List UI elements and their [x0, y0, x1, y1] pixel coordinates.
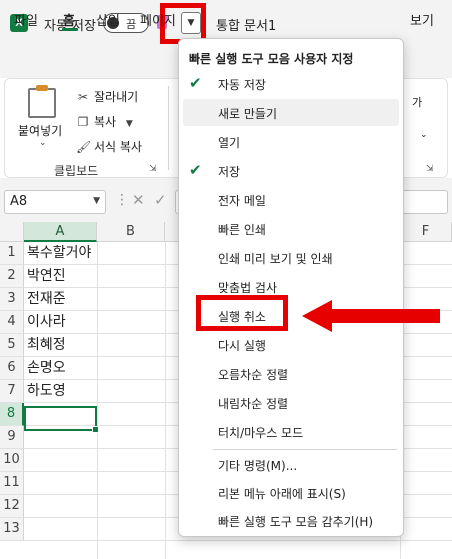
cell-a6[interactable]: 손명오	[25, 357, 96, 380]
column-header-b[interactable]: B	[97, 222, 165, 242]
menu-item-sort-descending[interactable]: 내림차순 정렬	[183, 389, 399, 416]
gridline	[97, 242, 98, 559]
menu-item-label: 내림차순 정렬	[218, 397, 289, 411]
tab-insert[interactable]: 삽입	[96, 10, 120, 29]
menu-item-touch-mouse-mode[interactable]: 터치/마우스 모드	[183, 418, 399, 445]
row-header[interactable]: 10	[0, 449, 24, 472]
menu-item-open[interactable]: 열기	[183, 128, 399, 155]
row-header[interactable]: 13	[0, 518, 24, 541]
menu-item-label: 새로 만들기	[218, 107, 278, 121]
menu-item-label: 열기	[218, 136, 241, 150]
menu-item-label: 리본 메뉴 아래에 표시(S)	[218, 487, 346, 501]
cell-a1[interactable]: 복수할거야	[25, 242, 96, 265]
copy-label: 복사	[94, 115, 117, 129]
tab-page-layout[interactable]: 페이지	[140, 10, 176, 29]
gridline	[24, 540, 452, 541]
checkmark-icon: ✔	[189, 74, 202, 92]
active-cell-a8[interactable]	[24, 406, 99, 433]
menu-item-label: 전자 메일	[218, 194, 266, 208]
chevron-down-icon[interactable]: ⌄	[39, 138, 47, 148]
menu-separator	[213, 449, 397, 450]
row-header[interactable]: 6	[0, 357, 24, 380]
checkmark-icon: ✔	[189, 161, 202, 179]
more-icon: ⋮	[115, 192, 129, 208]
gridline	[165, 242, 166, 559]
menu-item-autosave[interactable]: ✔ 자동 저장	[183, 70, 399, 97]
row-header[interactable]: 7	[0, 380, 24, 403]
copy-icon: ❐	[77, 115, 89, 129]
menu-item-label: 자동 저장	[218, 78, 266, 92]
tab-view[interactable]: 보기	[410, 10, 434, 29]
annotation-box-undo	[196, 295, 288, 331]
row-header[interactable]: 5	[0, 334, 24, 357]
brush-icon: 🖌	[76, 140, 92, 154]
menu-item-label: 빠른 실행 도구 모음 감추기(H)	[218, 515, 374, 529]
autosave-toggle-state: 끔	[126, 18, 137, 31]
ribbon-separator	[168, 86, 169, 170]
dialog-launcher-icon[interactable]: ⇲	[426, 164, 434, 174]
chevron-down-icon[interactable]: ⌄	[420, 130, 428, 140]
tab-home[interactable]: 홈	[63, 10, 75, 29]
paste-button-label[interactable]: 붙여넣기	[18, 122, 62, 139]
menu-title: 빠른 실행 도구 모음 사용자 지정	[189, 52, 354, 66]
column-header-a[interactable]: A	[24, 222, 97, 242]
cell-a7[interactable]: 하도영	[25, 380, 96, 403]
row-header[interactable]: 1	[0, 242, 24, 265]
cell-a4[interactable]: 이사라	[25, 311, 96, 334]
customize-quick-access-menu: 빠른 실행 도구 모음 사용자 지정 ✔ 자동 저장 새로 만들기 열기 ✔ 저…	[178, 38, 404, 537]
cell-a3[interactable]: 전재준	[25, 288, 96, 311]
row-header-selected[interactable]: 8	[0, 403, 24, 426]
active-tab-indicator	[62, 28, 78, 31]
enter-check-icon[interactable]: ✓	[154, 191, 167, 209]
row-header[interactable]: 12	[0, 495, 24, 518]
font-size-icon[interactable]: 가	[412, 94, 422, 110]
scissors-icon: ✂	[77, 90, 89, 104]
group-label-clipboard: 클립보드	[54, 164, 99, 178]
cut-label: 잘라내기	[94, 90, 139, 104]
menu-item-label: 터치/마우스 모드	[218, 426, 304, 440]
format-painter-button[interactable]: 🖌 서식 복사	[76, 138, 142, 155]
menu-item-hide-toolbar[interactable]: 빠른 실행 도구 모음 감추기(H)	[183, 507, 399, 534]
row-header[interactable]: 3	[0, 288, 24, 311]
document-title: 통합 문서1	[216, 19, 277, 34]
menu-item-label: 기타 명령(M)...	[218, 459, 298, 473]
menu-item-label: 오름차순 정렬	[218, 368, 289, 382]
menu-item-label: 저장	[218, 165, 241, 179]
cancel-icon[interactable]: ✕	[132, 191, 145, 209]
format-painter-label: 서식 복사	[94, 140, 142, 154]
cell-a5[interactable]: 최혜정	[25, 334, 96, 357]
menu-item-label: 인쇄 미리 보기 및 인쇄	[218, 252, 333, 266]
tab-file[interactable]: 파일	[14, 10, 38, 29]
menu-item-label: 빠른 인쇄	[218, 223, 266, 237]
cell-a2[interactable]: 박연진	[25, 265, 96, 288]
menu-item-sort-ascending[interactable]: 오름차순 정렬	[183, 360, 399, 387]
dialog-launcher-icon[interactable]: ⇲	[149, 164, 157, 174]
menu-item-label: 다시 실행	[218, 339, 266, 353]
name-box-value: A8	[10, 194, 28, 209]
menu-item-label: 맞춤법 검사	[218, 281, 278, 295]
menu-item-email[interactable]: 전자 메일	[183, 186, 399, 213]
chevron-down-icon[interactable]: ▼	[126, 119, 133, 129]
menu-item-more-commands[interactable]: 기타 명령(M)...	[183, 451, 399, 478]
select-all-corner[interactable]	[0, 222, 24, 242]
name-box[interactable]: A8 ▼	[4, 190, 106, 214]
row-header[interactable]: 9	[0, 426, 24, 449]
menu-item-new[interactable]: 새로 만들기	[183, 99, 399, 126]
row-header[interactable]: 2	[0, 265, 24, 288]
column-header-f[interactable]: F	[400, 222, 452, 242]
menu-item-quick-print[interactable]: 빠른 인쇄	[183, 215, 399, 242]
menu-item-save[interactable]: ✔ 저장	[183, 157, 399, 184]
chevron-down-icon[interactable]: ▼	[93, 196, 100, 206]
paste-icon[interactable]	[28, 85, 56, 118]
annotation-arrow-icon	[302, 300, 440, 332]
row-header[interactable]: 4	[0, 311, 24, 334]
menu-item-print-preview[interactable]: 인쇄 미리 보기 및 인쇄	[183, 244, 399, 271]
copy-button[interactable]: ❐ 복사 ▼	[76, 113, 133, 130]
row-header[interactable]: 11	[0, 472, 24, 495]
cut-button[interactable]: ✂ 잘라내기	[76, 88, 138, 105]
menu-item-show-below-ribbon[interactable]: 리본 메뉴 아래에 표시(S)	[183, 479, 399, 506]
